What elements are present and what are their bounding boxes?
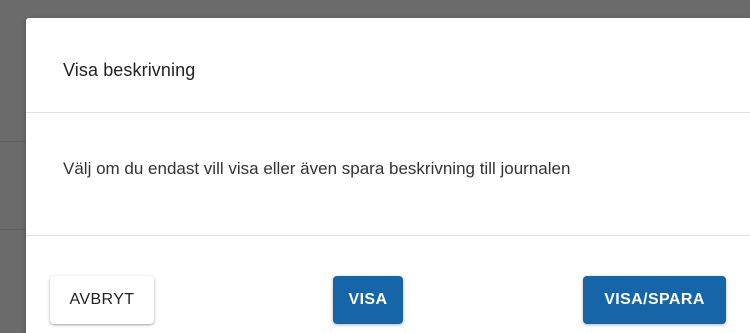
dialog-title: Visa beskrivning [63, 60, 196, 80]
description-dialog: Visa beskrivning Välj om du endast vill … [26, 18, 750, 333]
dialog-body: Välj om du endast vill visa eller även s… [26, 113, 750, 236]
show-button[interactable]: VISA [333, 276, 403, 324]
dialog-message: Välj om du endast vill visa eller även s… [63, 159, 571, 178]
backdrop-divider [0, 141, 26, 142]
dialog-header: Visa beskrivning [26, 18, 750, 113]
backdrop-divider [0, 229, 26, 230]
show-and-save-button[interactable]: VISA/SPARA [583, 276, 726, 324]
cancel-button[interactable]: AVBRYT [50, 276, 154, 324]
dialog-footer: AVBRYT VISA VISA/SPARA [26, 236, 750, 333]
